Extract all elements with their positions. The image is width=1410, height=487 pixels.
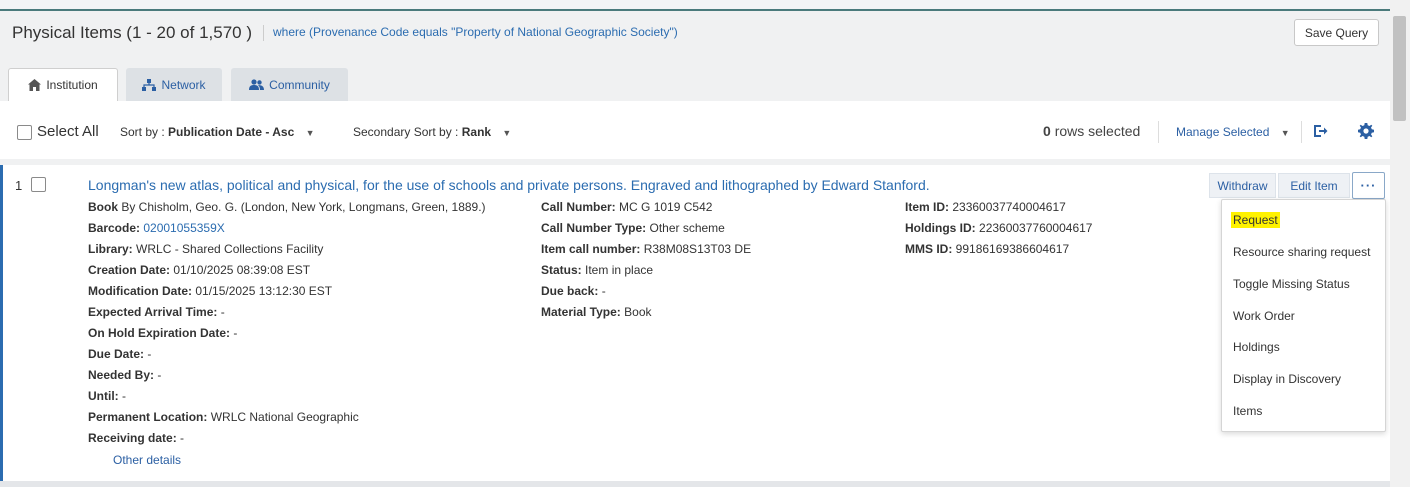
network-icon [142, 78, 157, 91]
withdraw-button[interactable]: Withdraw [1209, 173, 1276, 198]
save-query-button[interactable]: Save Query [1294, 19, 1379, 46]
detail-material-type: Material Type: Book [541, 305, 652, 319]
toolbar-divider [1158, 121, 1159, 143]
menu-item-resource-sharing-request[interactable]: Resource sharing request [1233, 245, 1370, 259]
row-checkbox[interactable] [31, 177, 46, 192]
item-title-link[interactable]: Longman's new atlas, political and physi… [88, 177, 930, 193]
detail-on-hold-expiration: On Hold Expiration Date: - [88, 326, 238, 340]
menu-item-items[interactable]: Items [1233, 404, 1262, 418]
detail-permanent-location: Permanent Location: WRLC National Geogra… [88, 410, 359, 424]
manage-selected-label: Manage Selected [1176, 125, 1270, 139]
results-toolbar: Select All Sort by : Publication Date - … [0, 101, 1390, 159]
scrollbar-thumb[interactable] [1393, 16, 1406, 121]
gear-icon[interactable] [1358, 123, 1374, 139]
page-title: Physical Items (1 - 20 of 1,570 ) [12, 23, 252, 42]
chevron-down-icon: ▼ [1280, 128, 1290, 138]
barcode-link[interactable]: 02001055359X [143, 221, 224, 235]
detail-receiving-date: Receiving date: - [88, 431, 185, 445]
tab-network-label: Network [161, 77, 206, 92]
detail-holdings-id: Holdings ID: 22360037760004617 [905, 221, 1093, 235]
detail-call-number: Call Number: MC G 1019 C542 [541, 200, 713, 214]
menu-item-work-order[interactable]: Work Order [1233, 309, 1295, 323]
detail-item-call-number: Item call number: R38M08S13T03 DE [541, 242, 752, 256]
edit-item-button[interactable]: Edit Item [1278, 173, 1350, 198]
detail-call-number-type: Call Number Type: Other scheme [541, 221, 725, 235]
tab-community-label: Community [269, 77, 330, 92]
row-number: 1 [15, 178, 23, 193]
rows-selected-status: 0 rows selected [1043, 123, 1140, 139]
chevron-down-icon: ▼ [305, 128, 315, 138]
tab-network[interactable]: Network [126, 68, 222, 101]
rows-selected-text: rows selected [1054, 123, 1141, 139]
detail-modification-date: Modification Date: 01/15/2025 13:12:30 E… [88, 284, 333, 298]
tab-community[interactable]: Community [231, 68, 348, 101]
tab-institution[interactable]: Institution [8, 68, 118, 102]
detail-status: Status: Item in place [541, 263, 654, 277]
export-icon[interactable] [1312, 123, 1328, 139]
toolbar-divider [1301, 121, 1302, 143]
results-header: Physical Items (1 - 20 of 1,570 ) where … [0, 11, 1390, 54]
header-divider [263, 25, 264, 41]
scope-tabs: Institution Network Community [0, 53, 1390, 102]
sort-by-dropdown[interactable]: Sort by : Publication Date - Asc ▼ [120, 125, 315, 139]
more-actions-menu: Request Resource sharing request Toggle … [1221, 199, 1386, 432]
menu-item-display-in-discovery[interactable]: Display in Discovery [1233, 372, 1341, 386]
select-all-label[interactable]: Select All [37, 123, 99, 140]
menu-item-holdings[interactable]: Holdings [1233, 340, 1280, 354]
sort-by-value: Publication Date - Asc [168, 125, 295, 139]
item-accent-bar [0, 165, 3, 481]
detail-library: Library: WRLC - Shared Collections Facil… [88, 242, 324, 256]
tab-institution-label: Institution [46, 78, 98, 92]
detail-mms-id: MMS ID: 99186169386604617 [905, 242, 1070, 256]
detail-item-id: Item ID: 23360037740004617 [905, 200, 1066, 214]
users-icon [249, 78, 265, 90]
detail-until: Until: - [88, 389, 126, 403]
detail-expected-arrival: Expected Arrival Time: - [88, 305, 225, 319]
detail-barcode: Barcode: 02001055359X [88, 221, 225, 235]
secondary-sort-label: Secondary Sort by : [353, 125, 459, 139]
secondary-sort-dropdown[interactable]: Secondary Sort by : Rank ▼ [353, 125, 511, 139]
next-row-edge [0, 481, 1390, 487]
detail-due-back: Due back: - [541, 284, 606, 298]
detail-needed-by: Needed By: - [88, 368, 162, 382]
sort-by-label: Sort by : [120, 125, 165, 139]
rows-selected-count: 0 [1043, 123, 1051, 139]
chevron-down-icon: ▼ [502, 128, 512, 138]
home-icon [28, 79, 42, 91]
select-all-checkbox[interactable] [17, 125, 32, 140]
secondary-sort-value: Rank [461, 125, 492, 139]
query-filter-link[interactable]: where (Provenance Code equals "Property … [273, 25, 678, 39]
detail-due-date: Due Date: - [88, 347, 152, 361]
detail-creation-date: Creation Date: 01/10/2025 08:39:08 EST [88, 263, 311, 277]
menu-item-toggle-missing-status[interactable]: Toggle Missing Status [1233, 277, 1350, 291]
more-actions-button[interactable]: ··· [1352, 172, 1385, 199]
detail-book: Book By Chisholm, Geo. G. (London, New Y… [88, 200, 486, 214]
manage-selected-dropdown[interactable]: Manage Selected ▼ [1176, 125, 1290, 139]
other-details-link[interactable]: Other details [113, 453, 181, 467]
menu-item-request[interactable]: Request [1231, 212, 1280, 228]
